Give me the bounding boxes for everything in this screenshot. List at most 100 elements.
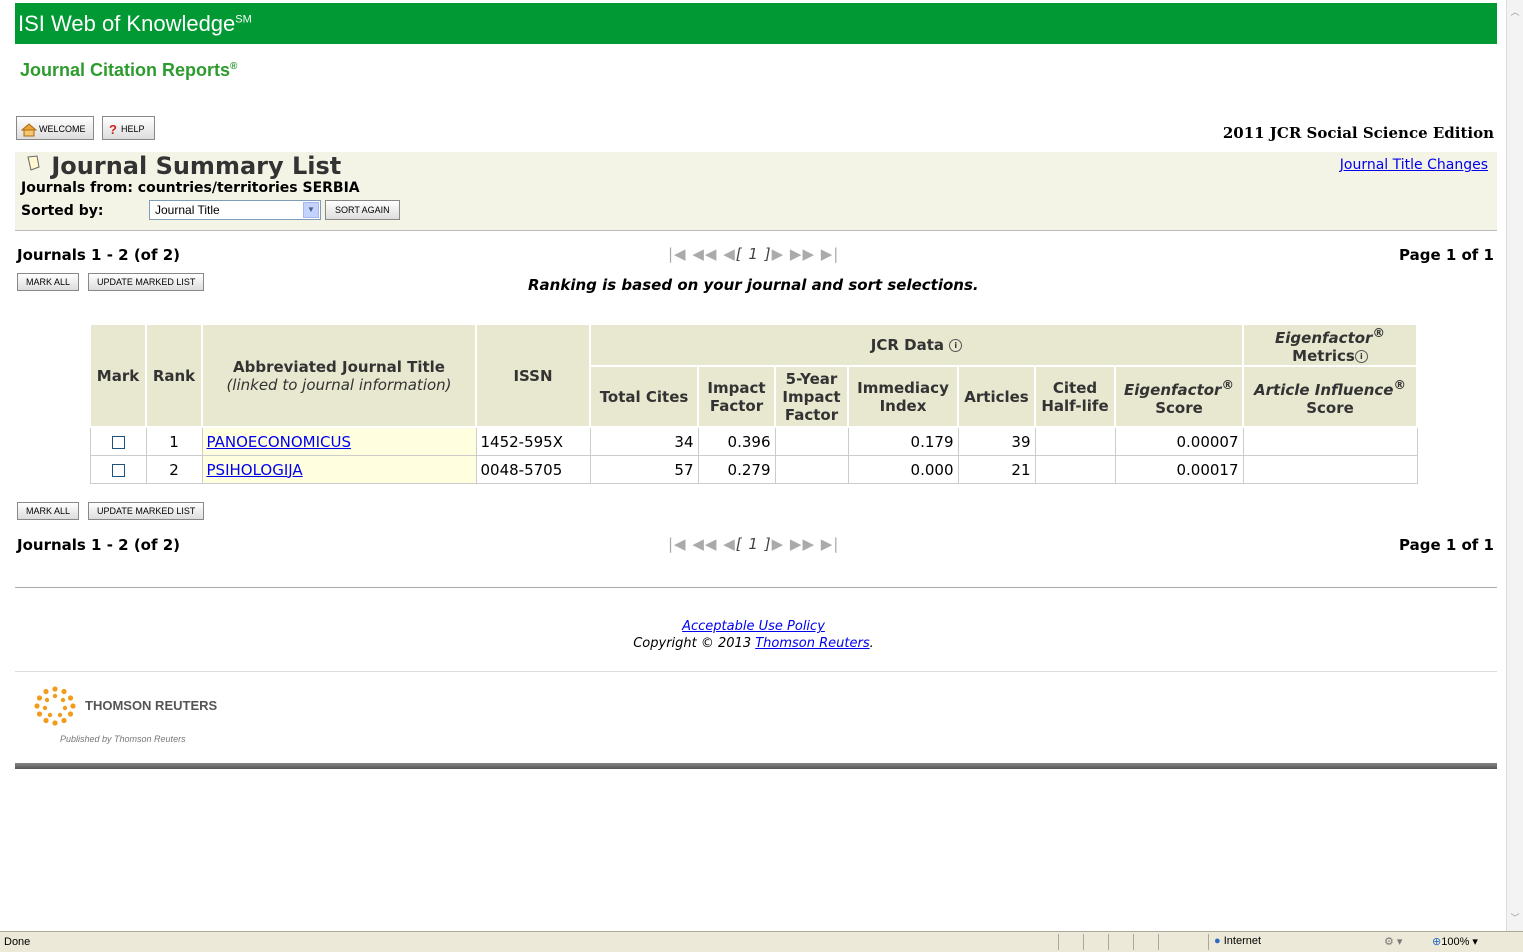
status-divider <box>1058 934 1059 950</box>
col-articles: Articles <box>957 365 1036 428</box>
status-divider <box>1108 934 1109 950</box>
col-issn: ISSN <box>475 323 591 428</box>
table-row: 1 PANOECONOMICUS 1452-595X 34 0.396 0.17… <box>89 426 1418 456</box>
mark-all-button-bottom[interactable]: MARK ALL <box>17 502 80 520</box>
info-icon[interactable]: i <box>949 339 963 352</box>
table-row: 2 PSIHOLOGIJA 0048-5705 57 0.279 0.000 2… <box>89 455 1418 484</box>
next-page-icon[interactable]: ▶ <box>772 535 785 553</box>
journal-title-link[interactable]: PANOECONOMICUS <box>207 433 352 451</box>
half-life-cell <box>1034 426 1116 456</box>
issn-cell: 1452-595X <box>475 426 591 456</box>
last-page-icon[interactable]: ▶| <box>821 245 840 263</box>
ranking-note: Ranking is based on your journal and sor… <box>528 276 979 294</box>
sorted-by-label: Sorted by: <box>21 203 104 219</box>
col-total-cites: Total Cites <box>589 365 699 428</box>
copyright: Copyright © 2013 Thomson Reuters. <box>633 636 874 651</box>
footer: Acceptable Use Policy Copyright © 2013 T… <box>0 618 1507 652</box>
five-year-cell <box>774 455 849 484</box>
notepad-icon <box>27 155 40 171</box>
article-influence-cell <box>1242 455 1418 484</box>
article-influence-cell <box>1242 426 1418 456</box>
page-of-top: Page 1 of 1 <box>1399 246 1494 264</box>
mark-cell <box>89 455 147 484</box>
vertical-scrollbar[interactable]: ︿ ﹀ <box>1506 0 1523 931</box>
acceptable-use-policy-link[interactable]: Acceptable Use Policy <box>682 619 825 634</box>
scroll-up-icon[interactable]: ︿ <box>1509 6 1521 20</box>
next-page-icon[interactable]: ▶ <box>772 245 785 263</box>
prev-many-icon[interactable]: ◀◀ <box>692 535 717 553</box>
status-divider <box>1208 934 1209 950</box>
first-page-icon[interactable]: |◀ <box>668 245 687 263</box>
zoom-icon: ⊕ <box>1432 936 1442 948</box>
pager-bottom: |◀ ◀◀ ◀[ 1 ]▶ ▶▶ ▶| <box>668 535 839 553</box>
product-title[interactable]: Journal Citation Reports® <box>20 60 237 81</box>
last-page-icon[interactable]: ▶| <box>821 535 840 553</box>
question-icon: ? <box>109 121 117 137</box>
prev-many-icon[interactable]: ◀◀ <box>692 245 717 263</box>
sort-select[interactable]: Journal Title ▼ <box>149 200 321 220</box>
prev-page-icon[interactable]: ◀ <box>723 245 736 263</box>
home-icon <box>21 122 37 137</box>
mark-cell <box>89 426 147 456</box>
mark-checkbox[interactable] <box>111 463 125 477</box>
mark-checkbox[interactable] <box>111 435 125 449</box>
journal-range-bottom: Journals 1 - 2 (of 2) <box>17 536 181 554</box>
brand-title[interactable]: ISI Web of KnowledgeSM <box>18 11 252 37</box>
welcome-button[interactable]: WELCOME <box>16 116 94 140</box>
mark-all-button[interactable]: MARK ALL <box>17 273 80 291</box>
divider <box>15 587 1497 588</box>
protected-mode-icon[interactable]: ⚙ ▾ <box>1384 935 1402 948</box>
prev-page-icon[interactable]: ◀ <box>723 535 736 553</box>
status-divider <box>1158 934 1159 950</box>
col-title: Abbreviated Journal Title (linked to jou… <box>201 323 477 428</box>
total-cites-cell: 57 <box>589 455 699 484</box>
globe-icon: ● <box>1214 935 1221 947</box>
security-zone: ● Internet <box>1214 935 1262 947</box>
journal-title-changes-link[interactable]: Journal Title Changes <box>1340 157 1488 173</box>
first-page-icon[interactable]: |◀ <box>668 535 687 553</box>
next-many-icon[interactable]: ▶▶ <box>790 535 815 553</box>
status-bar: Done ● Internet ⚙ ▾ ⊕100% ▾ <box>0 931 1523 952</box>
impact-factor-cell: 0.279 <box>697 455 776 484</box>
col-mark: Mark <box>89 323 147 428</box>
col-eigenfactor-score: Eigenfactor® Score <box>1114 365 1244 428</box>
pager-top: |◀ ◀◀ ◀[ 1 ]▶ ▶▶ ▶| <box>668 245 839 263</box>
help-button[interactable]: ? HELP <box>102 116 155 140</box>
group-eigenfactor: Eigenfactor® Metrics i <box>1242 323 1418 367</box>
update-marked-list-button[interactable]: UPDATE MARKED LIST <box>88 273 205 291</box>
articles-cell: 39 <box>957 426 1036 456</box>
half-life-cell <box>1034 455 1116 484</box>
issn-cell: 0048-5705 <box>475 455 591 484</box>
zoom-control[interactable]: ⊕100% ▾ <box>1432 935 1478 948</box>
col-immediacy-index: Immediacy Index <box>847 365 959 428</box>
col-5yr-impact-factor: 5-Year Impact Factor <box>774 365 849 428</box>
journal-table: Mark Rank Abbreviated Journal Title (lin… <box>89 323 1418 484</box>
thomson-reuters-logo-text: THOMSON REUTERS <box>85 698 218 713</box>
col-rank: Rank <box>145 323 203 428</box>
col-impact-factor: Impact Factor <box>697 365 776 428</box>
summary-panel: Journal Summary List Journal Title Chang… <box>15 152 1497 231</box>
total-cites-cell: 34 <box>589 426 699 456</box>
rank-cell: 2 <box>145 455 203 484</box>
divider <box>15 671 1497 672</box>
info-icon[interactable]: i <box>1354 350 1368 363</box>
next-many-icon[interactable]: ▶▶ <box>790 245 815 263</box>
journal-range-top: Journals 1 - 2 (of 2) <box>17 246 181 264</box>
chevron-down-icon[interactable]: ▼ <box>303 202 319 218</box>
five-year-cell <box>774 426 849 456</box>
thomson-reuters-link[interactable]: Thomson Reuters <box>755 636 869 651</box>
articles-cell: 21 <box>957 455 1036 484</box>
sort-again-button[interactable]: SORT AGAIN <box>325 200 400 220</box>
journals-from: Journals from: countries/territories SER… <box>21 180 360 196</box>
title-cell: PANOECONOMICUS <box>201 426 477 456</box>
immediacy-cell: 0.000 <box>847 455 959 484</box>
page-of-bottom: Page 1 of 1 <box>1399 536 1494 554</box>
page: ISI Web of KnowledgeSM Journal Citation … <box>0 0 1507 931</box>
impact-factor-cell: 0.396 <box>697 426 776 456</box>
thomson-reuters-logo-icon <box>34 686 76 726</box>
eigenfactor-cell: 0.00017 <box>1114 455 1244 484</box>
update-marked-list-button-bottom[interactable]: UPDATE MARKED LIST <box>88 502 205 520</box>
journal-title-link[interactable]: PSIHOLOGIJA <box>207 461 303 479</box>
edition-label: 2011 JCR Social Science Edition <box>1222 124 1494 142</box>
scroll-down-icon[interactable]: ﹀ <box>1509 912 1521 926</box>
